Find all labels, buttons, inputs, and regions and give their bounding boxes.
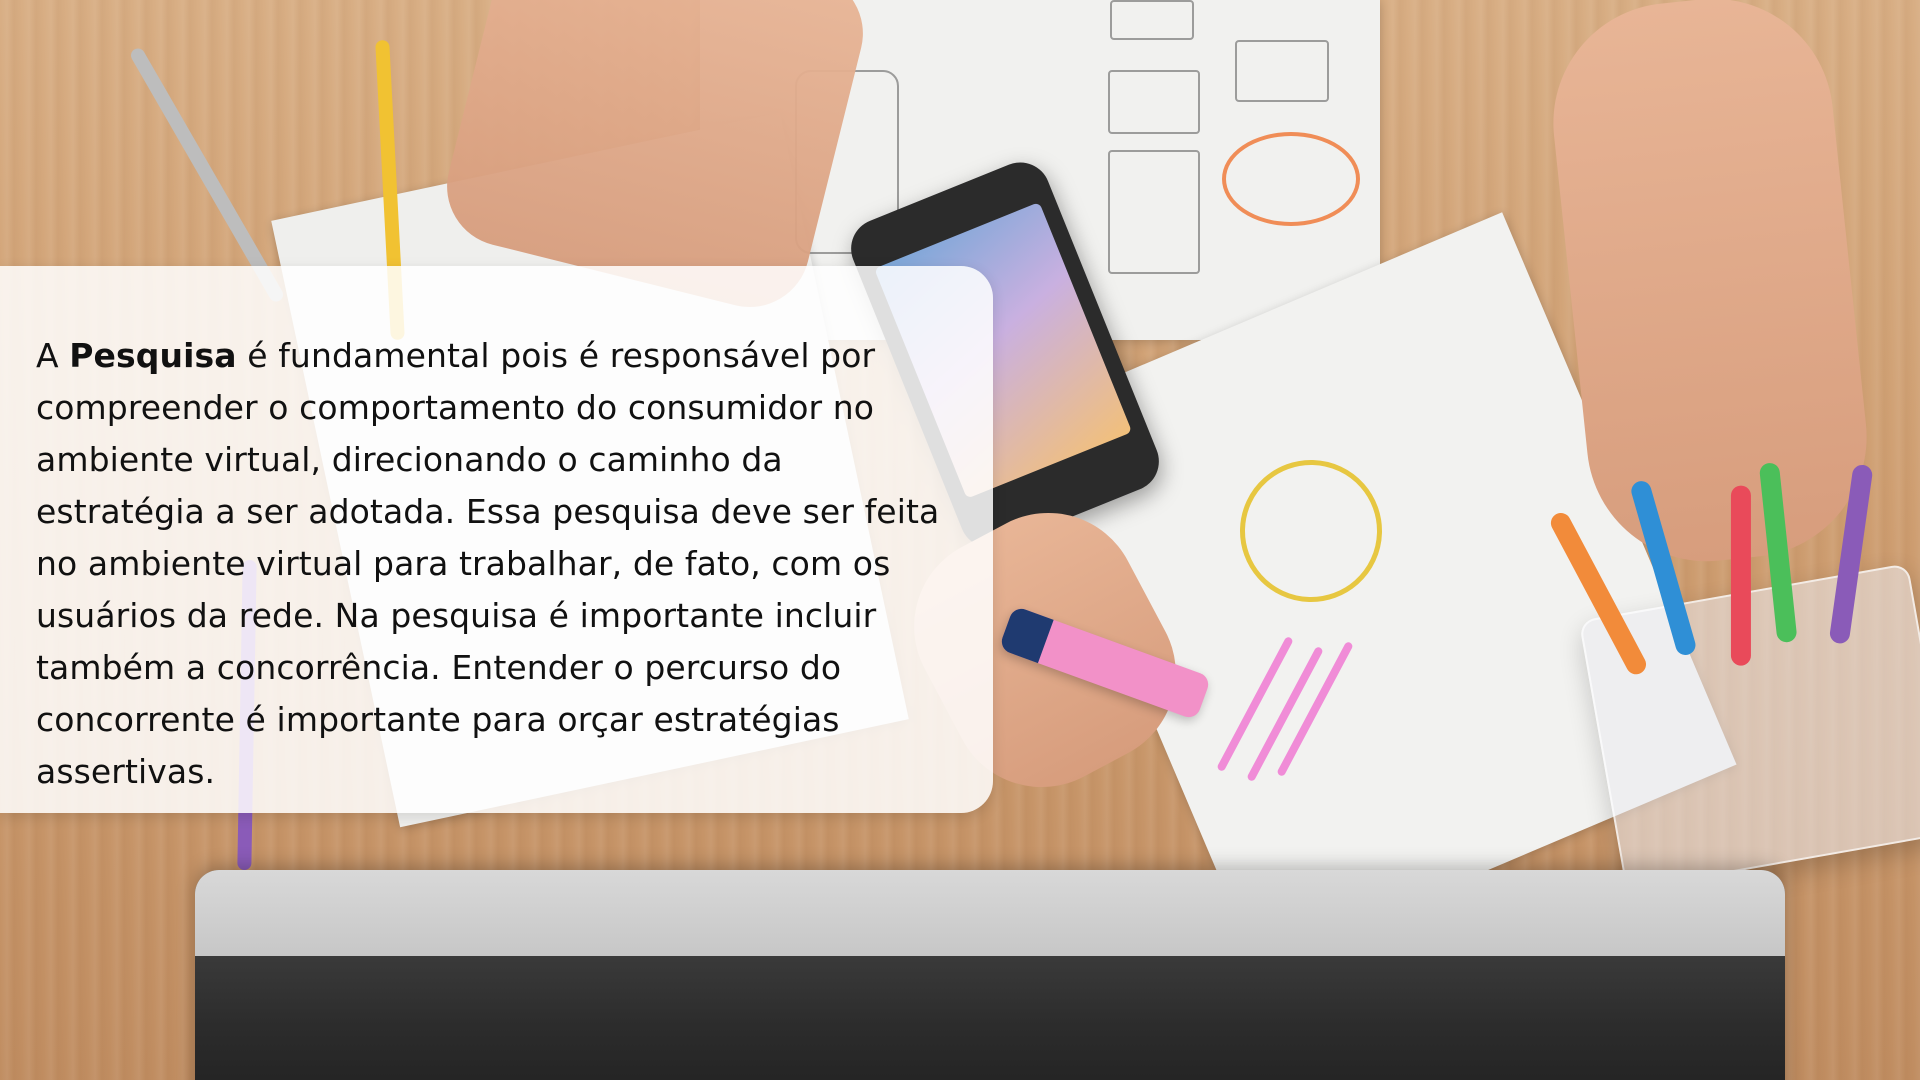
- text-card: A Pesquisa é fundamental pois é responsá…: [0, 266, 993, 813]
- red-marker: [1730, 485, 1751, 666]
- orange-circle-sketch: [1222, 132, 1360, 226]
- paragraph-body: é fundamental pois é responsável por com…: [36, 336, 940, 791]
- wireframe-box: [1110, 0, 1194, 40]
- marker-cup: [1547, 462, 1920, 891]
- body-paragraph: A Pesquisa é fundamental pois é responsá…: [36, 330, 957, 798]
- monitor-top-edge: [195, 870, 1785, 956]
- keyboard-wireframe-sketch: [1235, 40, 1329, 102]
- computer-monitor: [195, 870, 1785, 1080]
- list-wireframe-sketch: [1108, 70, 1200, 134]
- paragraph-lead: A: [36, 336, 70, 375]
- form-wireframe-sketch: [1108, 150, 1200, 274]
- slide-background: A Pesquisa é fundamental pois é responsá…: [0, 0, 1920, 1080]
- paragraph-highlight: Pesquisa: [69, 336, 237, 375]
